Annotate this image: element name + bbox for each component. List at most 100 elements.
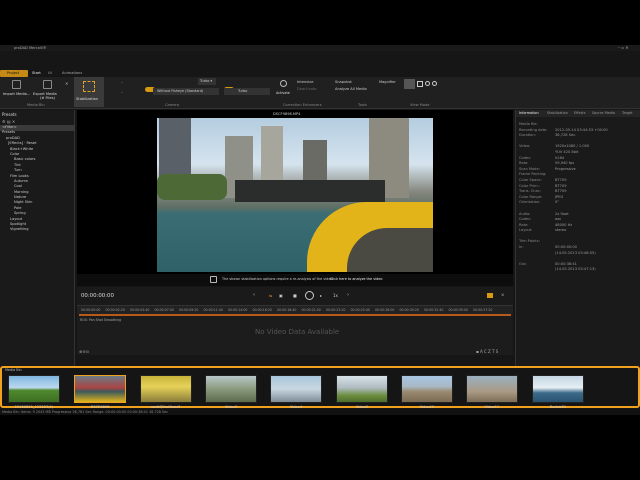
deactivate-option[interactable]: Deactivate [297,87,317,92]
ruler-tick-label: 00:00:37:20 [473,308,493,312]
cmos-turbo-select[interactable]: Turbo [224,88,270,95]
media-bin-thumbnail[interactable] [336,375,388,403]
ruler-tick-label: 00:00:28:00 [375,308,395,312]
ruler-tick-label: 00:00:21:00 [301,308,321,312]
media-bin-thumbnail[interactable] [532,375,584,403]
status-text: Media Bin: Items: 9 2043 MB Progressive … [2,409,169,414]
group-tools: Tools [358,103,367,107]
activate-button[interactable]: Activate [276,79,292,99]
trees [157,174,227,200]
export-media-button[interactable]: Export Media (# Files) [33,79,61,103]
preset-tree-item[interactable]: Vignetting [0,227,75,232]
group-view-mode: View Mode [410,103,430,107]
info-key: Duration: [519,133,536,138]
info-value: BT709 [555,183,567,188]
ruler-tick-label: 00:00:32:40 [424,308,444,312]
info-key: In: [519,245,524,250]
video-frame[interactable] [157,118,433,272]
info-value: 00:00:00:00 [555,245,577,250]
ruler-tick-label: 00:00:02:20 [105,308,125,312]
info-value: (14.05.2013 03:48:55) [555,250,596,255]
analyze-video-link[interactable]: Click here to analyze the video [330,277,382,282]
turbo-select[interactable]: Turbo ▾ [198,78,216,85]
play-button[interactable] [305,291,314,300]
snapshot-button[interactable]: Snapshot [335,80,352,85]
media-bin-thumbnail[interactable] [8,375,60,403]
info-value: JPEG [555,194,564,199]
ruler-tick-label: 00:00:09:20 [179,308,199,312]
info-tab[interactable]: Information [519,111,539,116]
info-value: 2012-05-14 03:44:53 +00:00 [555,127,608,132]
media-bin-thumbnail[interactable] [466,375,518,403]
next-button[interactable]: ▸ [320,293,322,298]
ruler-tick-label: 00:00:14:00 [228,308,248,312]
video-panel: DSCF9898.MP4 [77,110,513,286]
warning-icon [210,276,217,283]
stop-button[interactable]: ■ [293,293,297,298]
info-key: Color Prim.: [519,183,540,188]
info-value: 38,728 Sec. [555,133,577,138]
ruler-tick-label: 00:00:07:00 [154,308,174,312]
media-bin-thumbnail[interactable] [401,375,453,403]
info-tab[interactable]: Stabilization [547,111,568,116]
close-icon[interactable]: ✕ [65,81,68,86]
reanalysis-notice-text: The shown stabilization options require … [222,277,334,281]
tab-start[interactable]: Start [32,71,41,76]
info-tab[interactable]: Effects [574,111,586,116]
view-mode-single-button[interactable] [404,79,415,89]
analyze-all-media-button[interactable]: Analyze All Media [335,87,367,92]
app-window: proDAD Mercalli® – ▫ ✕ Project Start UI … [0,45,640,415]
zoom-controls[interactable]: ⊕⊖⊙ [79,349,89,354]
option-dropdown-icon-2[interactable]: – [121,90,123,95]
info-tab[interactable]: Target [622,111,633,116]
import-media-button[interactable]: Import Media... [3,79,33,101]
loop-button[interactable]: ▣ [279,293,283,298]
window-controls[interactable]: – ▫ ✕ [618,45,629,50]
ruler-tick-label: 00:00:18:40 [277,308,297,312]
timeline[interactable]: 00:00:00:00 00:00:02:20 00:00:04:40 00:00:0… [77,305,513,355]
timeline-view-options[interactable]: ▪ A C Z T S [476,349,498,354]
info-value: stereo [555,228,567,233]
info-value: 00:00:38:41 [555,261,577,266]
info-key: Recording date: [519,127,548,132]
magnifier-button[interactable]: Magnifier [379,80,396,85]
info-key: Out: [519,261,527,266]
info-value: 2x float [555,211,569,216]
speed-label[interactable]: 1x [333,293,338,298]
tab-animations[interactable]: Animations [62,71,82,76]
view-mode-rotate-button[interactable] [425,81,430,86]
info-tab[interactable]: Source Media [592,111,615,116]
fisheye-select[interactable]: Without Fisheye (Standard) [153,88,219,95]
close-timeline-icon[interactable]: ⨯ [501,292,504,297]
view-mode-split-button[interactable] [417,81,423,87]
media-bin-thumbnail[interactable] [205,375,257,403]
info-key: Trans. Char.: [519,189,542,194]
media-bin-thumbnail[interactable] [270,375,322,403]
info-value: 0° [555,200,560,205]
presets-panel: Presets ⚙ ▤ ✕ <Filter> Presets proDAD [Effe… [0,110,75,366]
tab-project[interactable]: Project [0,70,28,77]
mark-in-button[interactable]: ⇋ [269,293,272,298]
info-tabs: Information Stabilization Effects Source Me… [516,110,640,117]
title-bar: proDAD Mercalli® – ▫ ✕ [0,45,640,51]
info-key: Color Range: [519,194,543,199]
mark-out-icon[interactable] [487,293,493,298]
prev-frame-button[interactable]: ‹ [253,292,255,298]
presets-toolbar[interactable]: ⚙ ▤ ✕ [2,119,15,124]
next-frame-button[interactable]: › [347,292,349,298]
ruler-tick-label: 00:00:16:20 [252,308,272,312]
view-mode-rotate-left-button[interactable] [432,81,437,86]
group-correction-enhancers: Correction Enhancers [283,103,322,107]
ruler-tick-label: 00:00:30:20 [399,308,419,312]
intensive-option[interactable]: Intensive [297,80,313,85]
stabilization-button[interactable]: Stabilization [74,77,104,107]
timecode: 00:00:00:00 [81,293,114,299]
ruler-tick-label: 00:00:00:00 [81,308,101,312]
media-bin-thumbnail[interactable] [140,375,192,403]
tab-ui[interactable]: UI [48,71,52,76]
media-bin-thumbnail[interactable] [74,375,126,403]
option-dropdown-icon[interactable]: – [121,80,123,85]
stabilization-icon [83,81,95,92]
group-media-bin: Media Bin [27,103,45,107]
timeline-ruler[interactable]: 00:00:00:00 00:00:02:20 00:00:04:40 00:00:0… [77,306,513,314]
